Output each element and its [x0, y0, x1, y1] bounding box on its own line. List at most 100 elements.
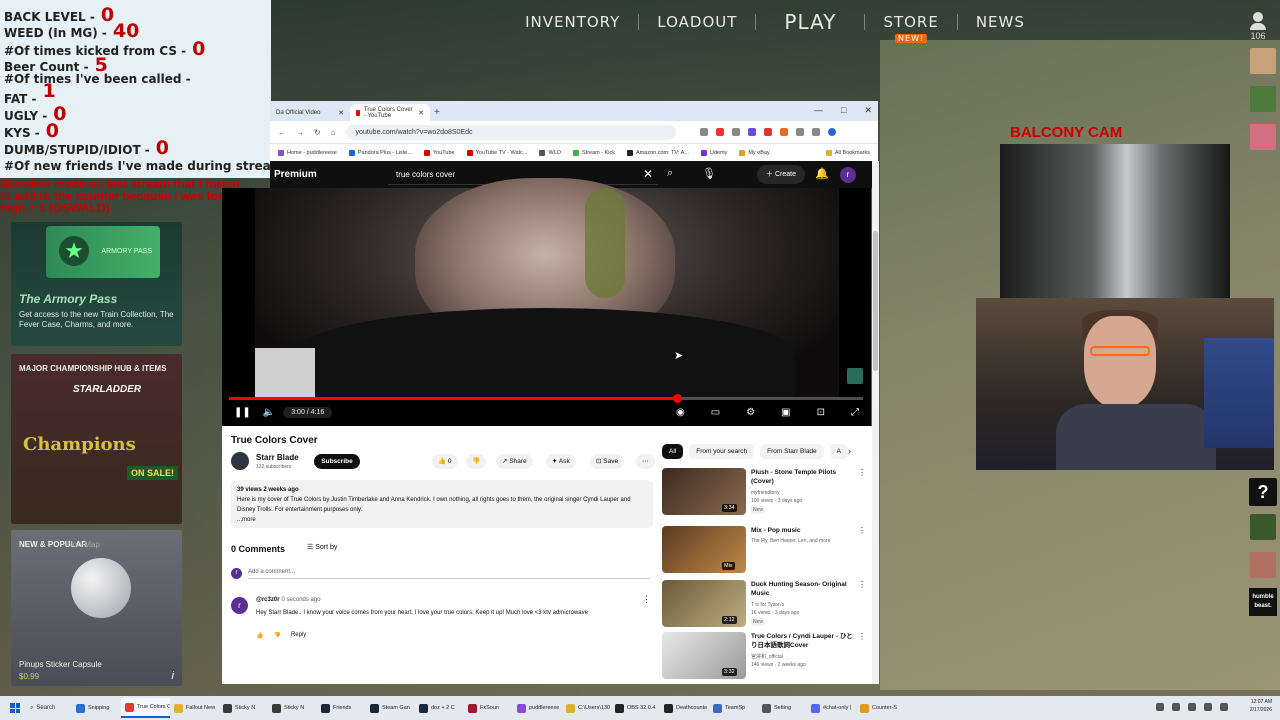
ask-button[interactable]: ✦ Ask — [546, 454, 576, 469]
rec-menu-icon[interactable]: ⋮ — [858, 632, 866, 641]
taskbar-app[interactable]: Counter-S — [856, 698, 905, 718]
friend-avatar[interactable] — [1250, 514, 1276, 540]
nav-loadout[interactable]: LOADOUT — [639, 13, 755, 31]
clock[interactable]: 12:07 AM 2/17/2026 — [1250, 698, 1272, 714]
rec-menu-icon[interactable]: ⋮ — [858, 580, 866, 589]
taskbar-app[interactable]: Snipping — [72, 698, 121, 718]
comment-like-icon[interactable]: 👍 — [256, 632, 263, 639]
extension-icon[interactable] — [779, 128, 788, 136]
cast-icon[interactable]: ⊡ — [817, 407, 825, 418]
extension-icon[interactable] — [699, 128, 708, 136]
nav-news[interactable]: NEWS — [958, 13, 1043, 31]
forward-icon[interactable]: → — [296, 128, 304, 137]
home-icon[interactable]: ⌂ — [331, 128, 336, 137]
taskbar-app[interactable]: Sticky N — [268, 698, 317, 718]
bookmark[interactable]: Pandora Plus - Liste... — [348, 149, 412, 156]
bookmark[interactable]: WLO — [539, 149, 561, 156]
fullscreen-icon[interactable]: ⤢ — [851, 407, 859, 418]
new-popular-panel[interactable]: NEW & POPULAR Non-Map Pinups Sticker Cap… — [11, 530, 182, 686]
taskbar-app[interactable]: Fallout New — [170, 698, 219, 718]
chevron-right-icon[interactable]: › — [848, 446, 851, 456]
taskbar-app[interactable]: Deathcounte — [660, 698, 709, 718]
taskbar-app[interactable]: True Colors C — [121, 698, 170, 718]
tray-icon[interactable] — [1220, 703, 1228, 711]
comment-dislike-icon[interactable]: 👎 — [273, 632, 280, 639]
like-button[interactable]: 👍 0 — [432, 454, 458, 469]
bookmark[interactable]: YouTube — [423, 149, 455, 156]
extension-icon[interactable] — [763, 128, 772, 136]
page-scrollbar[interactable] — [872, 161, 879, 684]
share-button[interactable]: ↗ Share — [496, 454, 533, 469]
recommendation-item[interactable]: 3:34 Plush - Stone Temple Pilots (Cover)… — [662, 468, 872, 518]
online-friends-button[interactable]: 106 — [1248, 12, 1268, 41]
taskbar-search[interactable]: ⌕ Search — [30, 705, 72, 712]
back-icon[interactable]: ← — [278, 128, 286, 137]
settings-gear-icon[interactable]: ⚙ — [746, 407, 755, 418]
microphone-icon[interactable]: 🎙 — [702, 167, 716, 180]
reload-icon[interactable]: ↻ — [314, 128, 321, 137]
new-tab-button[interactable]: + — [434, 107, 440, 118]
autoplay-toggle-icon[interactable]: ◉ — [676, 407, 685, 418]
comment-avatar[interactable]: r — [231, 597, 248, 614]
bookmark[interactable]: YouTube TV - Watc... — [466, 149, 527, 156]
browser-tab[interactable]: Da Official Video ✕ — [270, 104, 350, 121]
video-frame[interactable] — [255, 178, 839, 398]
help-button[interactable]: ? — [1249, 478, 1277, 506]
volume-icon[interactable]: 🔈 — [263, 407, 275, 418]
recommendation-item[interactable]: 2:12 Duck Hunting Season- Original Music… — [662, 580, 872, 630]
close-window-icon[interactable]: ✕ — [864, 105, 872, 116]
nav-inventory[interactable]: INVENTORY — [507, 13, 638, 31]
more-actions-button[interactable]: ⋯ — [636, 454, 655, 469]
taskbar-app[interactable]: Steam Gan — [366, 698, 415, 718]
taskbar-app[interactable]: C:\Users\130 — [562, 698, 611, 718]
friend-avatar[interactable] — [1250, 124, 1276, 150]
taskbar-app[interactable]: FxSoun — [464, 698, 513, 718]
bell-icon[interactable]: 🔔 — [815, 167, 829, 180]
taskbar-app[interactable]: Sticky N — [219, 698, 268, 718]
create-button[interactable]: ＋ Create — [757, 165, 805, 184]
friend-avatar[interactable] — [1250, 552, 1276, 578]
nav-store[interactable]: STORE NEW! — [865, 13, 956, 43]
tray-icon[interactable] — [1204, 703, 1212, 711]
taskbar-app[interactable]: puddlereese — [513, 698, 562, 718]
description-more[interactable]: ...more — [237, 515, 647, 525]
major-championship-panel[interactable]: MAJOR CHAMPIONSHIP HUB & ITEMS STARLADDE… — [11, 354, 182, 524]
chip-more[interactable]: A — [829, 444, 849, 459]
dislike-button[interactable]: 👎 — [466, 454, 487, 469]
humble-beast-avatar[interactable]: humble beast. — [1249, 588, 1277, 616]
taskbar-app[interactable]: OBS 32.0.4 — [611, 698, 660, 718]
bookmark[interactable]: My eBay — [739, 149, 770, 156]
taskbar-app[interactable]: TeamSp — [709, 698, 758, 718]
close-icon[interactable]: ✕ — [418, 109, 424, 117]
chip-from-channel[interactable]: From Starr Blade — [760, 444, 824, 459]
tray-icon[interactable] — [1172, 703, 1180, 711]
bookmark[interactable]: Home - puddlereese — [278, 149, 337, 156]
armory-pass-panel[interactable]: ★ The Armory Pass Get access to the new … — [11, 222, 182, 346]
scrollbar-thumb[interactable] — [873, 231, 878, 371]
taskbar-app[interactable]: #chat-only | — [807, 698, 856, 718]
bookmark[interactable]: Amazon.com: TV: A... — [627, 149, 689, 156]
save-button[interactable]: ⊡ Save — [590, 454, 625, 469]
browser-tab-active[interactable]: True Colors Cover - YouTube ✕ — [350, 104, 430, 121]
info-icon[interactable]: i — [172, 670, 174, 682]
channel-name[interactable]: Starr Blade — [256, 453, 299, 462]
description-box[interactable]: 39 views 2 weeks ago Here is my cover of… — [231, 480, 653, 528]
rec-menu-icon[interactable]: ⋮ — [858, 526, 866, 535]
recommendation-item[interactable]: 3:32 True Colors / Cyndi Lauper - ひとり日本語… — [662, 632, 872, 682]
extension-icon[interactable] — [747, 128, 756, 136]
close-icon[interactable]: ✕ — [338, 109, 344, 117]
profile-icon[interactable] — [827, 128, 836, 136]
extension-icon[interactable] — [731, 128, 740, 136]
extension-icon[interactable] — [715, 128, 724, 136]
chip-from-search[interactable]: From your search — [689, 444, 755, 459]
bookmark[interactable]: Udemy — [700, 149, 727, 156]
clear-search-icon[interactable]: ✕ — [643, 167, 653, 181]
bookmark[interactable]: Stream - Kick — [573, 149, 615, 156]
pause-icon[interactable]: ❚❚ — [234, 407, 251, 418]
subscribe-button[interactable]: Subscribe — [314, 454, 360, 469]
comment-author[interactable]: @rc3z0r 0 seconds ago — [256, 597, 321, 603]
extension-icon[interactable] — [795, 128, 804, 136]
progress-bar[interactable] — [229, 394, 863, 403]
miniplayer-icon[interactable]: ▣ — [781, 407, 790, 418]
url-field[interactable]: youtube.com/watch?v=wo2do8S0Edc — [345, 124, 676, 140]
